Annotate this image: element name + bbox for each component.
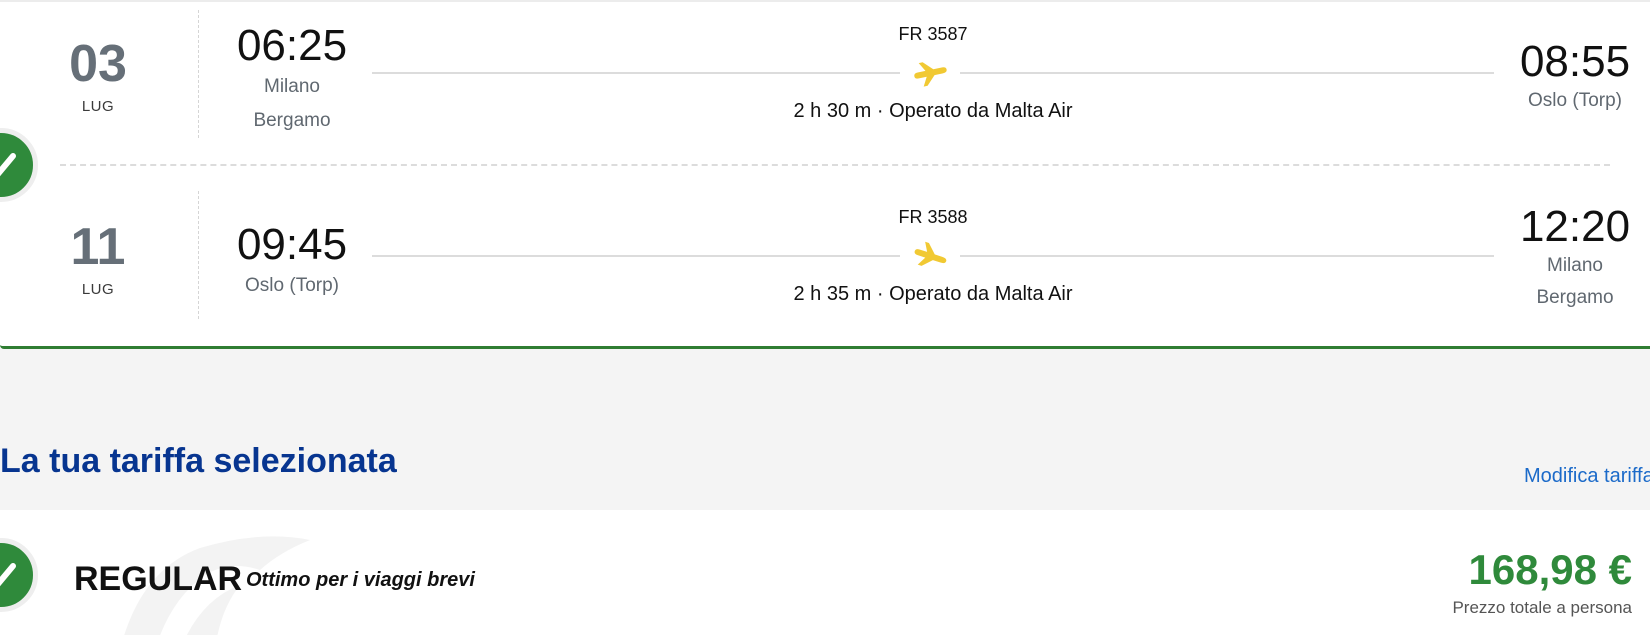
return-duration-operator: 2 h 35 m · Operato da Malta Air — [793, 283, 1073, 305]
checkmark-icon — [0, 563, 16, 587]
return-day: 11 — [70, 218, 126, 276]
modify-fare-link[interactable]: Modifica tariffa — [1524, 465, 1650, 488]
outbound-flight-row: 03 LUG 06:25 Milano Bergamo FR 3587 2 h … — [0, 0, 1650, 140]
price-note: Prezzo totale a persona — [1452, 598, 1632, 617]
checkmark-icon — [0, 153, 16, 177]
fare-selected-checkmark — [0, 538, 38, 612]
fare-name: REGULAR — [74, 560, 243, 598]
fare-price: 168,98 € — [1468, 546, 1633, 593]
outbound-flight-number: FR 3587 — [898, 24, 968, 44]
date-divider — [198, 191, 199, 319]
outbound-departure-time: 06:25 — [236, 21, 348, 70]
flight-itinerary-card: 03 LUG 06:25 Milano Bergamo FR 3587 2 h … — [0, 0, 1650, 349]
outbound-duration-operator: 2 h 30 m · Operato da Malta Air — [793, 100, 1073, 122]
route-line — [960, 255, 1494, 257]
legs-divider — [60, 164, 1610, 166]
outbound-arrival: 08:55 Oslo (Torp) — [1505, 0, 1645, 116]
outbound-departure: 06:25 Milano Bergamo — [222, 0, 362, 136]
airplane-takeoff-icon — [914, 62, 947, 87]
airplane-landing-icon — [914, 241, 947, 266]
return-date: 11 LUG — [58, 183, 138, 298]
return-flight-row: 11 LUG 09:45 Oslo (Torp) FR 3588 2 h 35 … — [0, 183, 1650, 323]
return-month: LUG — [81, 281, 115, 298]
fare-tagline: Ottimo per i viaggi brevi — [246, 569, 475, 591]
outbound-departure-airport: Bergamo — [253, 110, 331, 131]
route-line — [372, 72, 900, 74]
outbound-day: 03 — [69, 35, 127, 93]
selected-fare-card: REGULAR Ottimo per i viaggi brevi 168,98… — [0, 510, 1650, 635]
date-divider — [198, 10, 199, 138]
return-departure: 09:45 Oslo (Torp) — [222, 183, 362, 301]
route-line — [372, 255, 900, 257]
outbound-arrival-time: 08:55 — [1519, 37, 1631, 86]
return-arrival-airport: Bergamo — [1536, 287, 1614, 308]
route-line — [960, 72, 1494, 74]
return-departure-time: 09:45 — [236, 220, 348, 269]
outbound-departure-city: Milano — [264, 76, 320, 97]
selected-fare-heading: La tua tariffa selezionata — [0, 442, 397, 480]
return-arrival-city: Milano — [1547, 255, 1603, 276]
return-arrival: 12:20 Milano Bergamo — [1505, 183, 1645, 313]
outbound-arrival-city: Oslo (Torp) — [1528, 90, 1622, 111]
return-departure-city: Oslo (Torp) — [245, 275, 339, 296]
outbound-month: LUG — [81, 98, 115, 115]
return-flight-number: FR 3588 — [898, 207, 968, 227]
outbound-date: 03 LUG — [58, 0, 138, 115]
return-arrival-time: 12:20 — [1519, 202, 1631, 251]
